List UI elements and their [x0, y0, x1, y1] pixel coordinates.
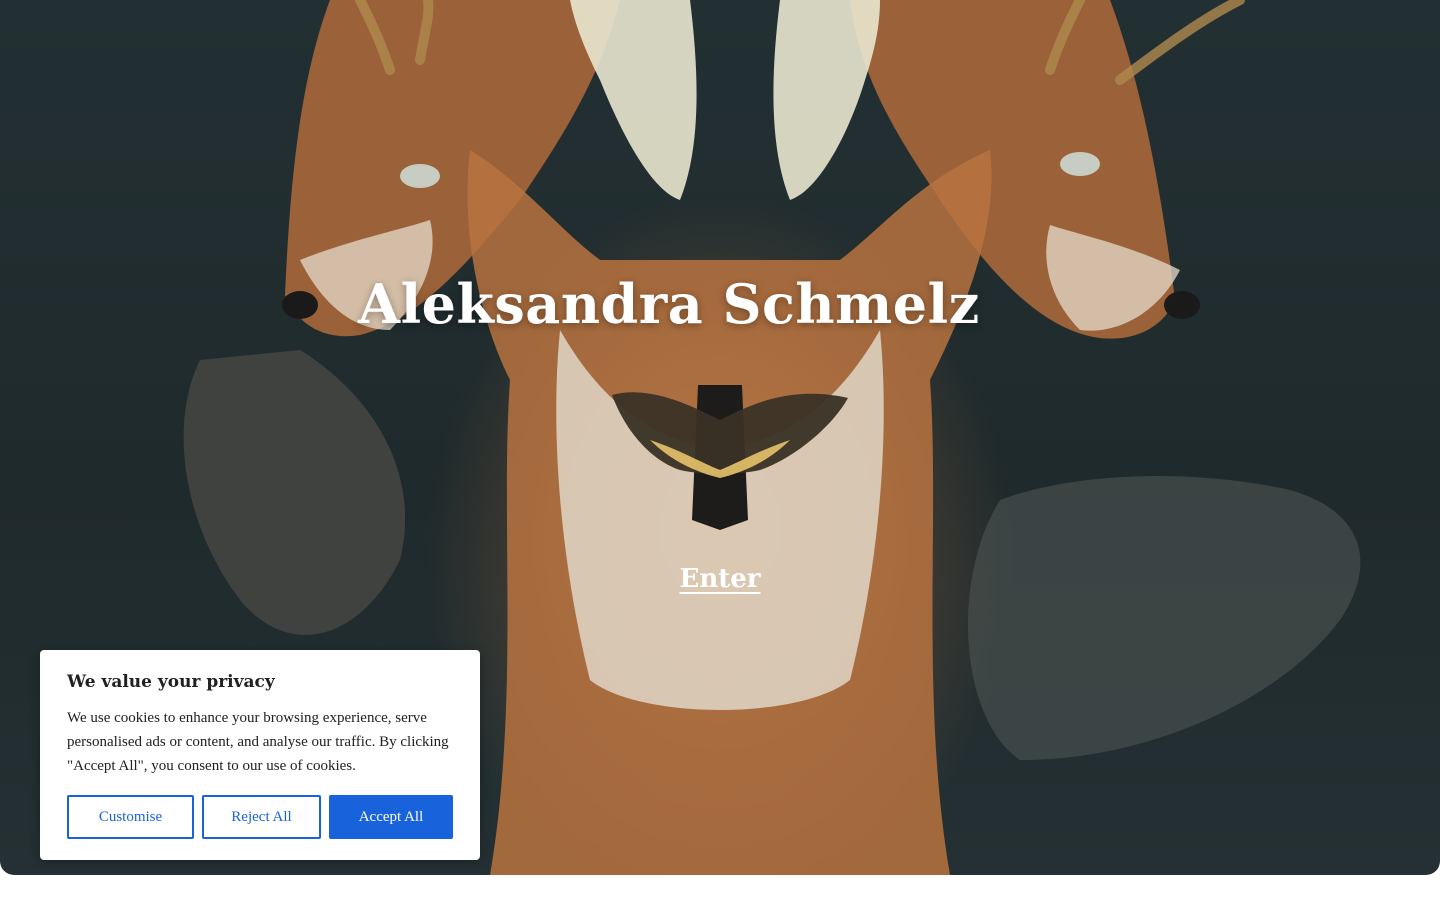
site-title: Aleksandra Schmelz: [358, 272, 980, 336]
cookie-consent-banner: We value your privacy We use cookies to …: [40, 650, 480, 860]
cookie-banner-title: We value your privacy: [67, 672, 275, 692]
white-wings: [570, 0, 880, 200]
customise-button[interactable]: Customise: [67, 795, 194, 839]
cookie-banner-text: We use cookies to enhance your browsing …: [67, 710, 449, 774]
accept-all-button[interactable]: Accept All: [329, 795, 453, 839]
enter-link[interactable]: Enter: [0, 564, 1440, 594]
reject-all-button[interactable]: Reject All: [202, 795, 321, 839]
cookie-banner-actions: Customise Reject All Accept All: [67, 795, 453, 839]
central-fox-figure: [467, 150, 992, 875]
